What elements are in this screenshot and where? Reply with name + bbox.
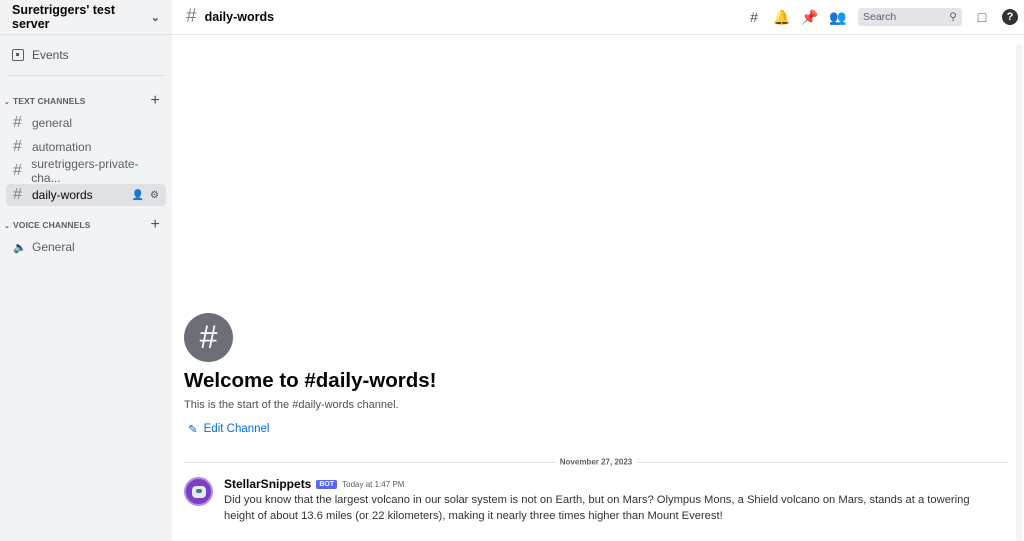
inbox-icon[interactable]: □	[974, 9, 990, 25]
caret-icon: ⌄	[4, 99, 10, 106]
channel-label: suretriggers-private-cha...	[31, 157, 139, 185]
channel-label: daily-words	[32, 188, 93, 202]
server-header[interactable]: Suretriggers' test server ⌄	[0, 0, 172, 35]
gear-icon[interactable]: ⚙	[150, 190, 159, 201]
category-label: VOICE CHANNELS	[12, 220, 91, 230]
server-name: Suretriggers' test server	[12, 3, 116, 31]
channel-sidebar: Suretriggers' test server ⌄ Events ⌄ TEXT…	[0, 0, 172, 541]
help-icon[interactable]: ?	[1002, 9, 1018, 25]
hash-icon: #	[186, 6, 197, 27]
channel-header: # daily-words # 🔔 📌 👥 Search ⚲ □ ?	[172, 0, 1024, 35]
channel-label: General	[32, 240, 75, 254]
hash-icon: #	[13, 186, 22, 203]
events-button[interactable]: Events	[8, 41, 164, 69]
members-icon[interactable]: 👥	[829, 9, 846, 25]
calendar-icon	[12, 49, 24, 61]
message: StellarSnippets BOT Today at 1:47 PM Did…	[184, 477, 994, 524]
search-icon: ⚲	[949, 11, 957, 23]
voice-channel-general[interactable]: 🔈 General	[6, 236, 166, 258]
date-divider: November 27, 2023	[184, 457, 1008, 467]
hash-icon: #	[13, 114, 22, 131]
speaker-icon: 🔈	[13, 241, 27, 254]
welcome-title: Welcome to #daily-words!	[184, 369, 437, 392]
hash-icon: #	[13, 138, 22, 155]
channel-daily-words[interactable]: # daily-words 👤 ⚙	[6, 184, 166, 206]
add-channel-icon[interactable]: +	[151, 216, 160, 234]
edit-channel-link[interactable]: ✎ Edit Channel	[188, 422, 437, 436]
category-voice-channels[interactable]: ⌄ VOICE CHANNELS +	[0, 216, 172, 234]
chevron-down-icon: ⌄	[150, 11, 160, 24]
message-author[interactable]: StellarSnippets	[224, 477, 311, 491]
private-hash-icon: #	[13, 162, 22, 179]
avatar[interactable]	[184, 477, 213, 506]
edit-channel-label: Edit Channel	[203, 423, 270, 435]
scrollbar[interactable]	[1016, 44, 1022, 541]
message-timestamp: Today at 1:47 PM	[342, 479, 405, 489]
invite-icon[interactable]: 👤	[132, 190, 144, 201]
channel-label: automation	[32, 140, 92, 154]
pencil-icon: ✎	[188, 424, 198, 436]
channel-title: daily-words	[204, 10, 275, 24]
toolbar: # 🔔 📌 👥 Search ⚲ □ ?	[746, 8, 1024, 26]
channel-general[interactable]: # general	[6, 112, 166, 134]
category-label: TEXT CHANNELS	[12, 96, 86, 106]
date-label: November 27, 2023	[555, 457, 637, 467]
channel-suretriggers-private[interactable]: # suretriggers-private-cha...	[6, 157, 166, 185]
search-input[interactable]: Search ⚲	[858, 8, 962, 26]
message-text: Did you know that the largest volcano in…	[224, 494, 970, 522]
caret-icon: ⌄	[4, 223, 10, 230]
welcome-subtitle: This is the start of the #daily-words ch…	[184, 399, 399, 411]
robot-icon	[191, 485, 206, 498]
channel-hash-icon: #	[184, 313, 233, 362]
pin-icon[interactable]: 📌	[801, 9, 818, 25]
events-label: Events	[32, 48, 69, 62]
search-placeholder: Search	[863, 11, 897, 23]
category-text-channels[interactable]: ⌄ TEXT CHANNELS +	[0, 92, 172, 110]
threads-icon[interactable]: #	[746, 9, 762, 25]
message-area: # Welcome to #daily-words! This is the s…	[172, 36, 1024, 541]
channel-label: general	[32, 116, 73, 130]
channel-automation[interactable]: # automation	[6, 136, 166, 158]
divider	[7, 75, 165, 76]
add-channel-icon[interactable]: +	[151, 92, 160, 110]
bot-badge: BOT	[316, 479, 338, 489]
channel-welcome: # Welcome to #daily-words! This is the s…	[184, 313, 437, 436]
bell-icon[interactable]: 🔔	[773, 9, 790, 25]
